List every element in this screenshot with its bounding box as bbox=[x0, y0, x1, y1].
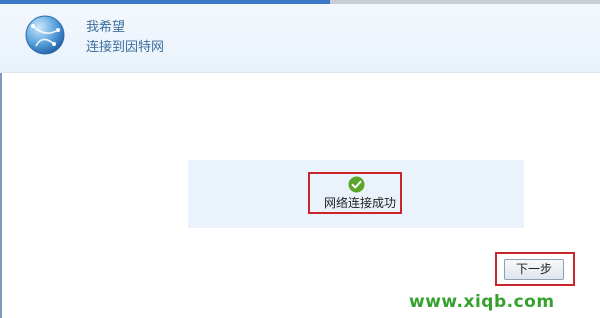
wizard-header: 我希望 连接到因特网 bbox=[0, 4, 600, 73]
status-message: 网络连接成功 bbox=[323, 196, 396, 210]
wizard-subtitle: 连接到因特网 bbox=[86, 40, 165, 55]
window-left-border bbox=[0, 73, 2, 318]
wizard-title: 我希望 bbox=[86, 20, 126, 35]
check-circle-icon bbox=[348, 176, 365, 193]
next-button[interactable]: 下一步 bbox=[504, 259, 564, 280]
globe-icon bbox=[25, 15, 65, 55]
watermark: www.xiqb.com bbox=[409, 292, 555, 312]
